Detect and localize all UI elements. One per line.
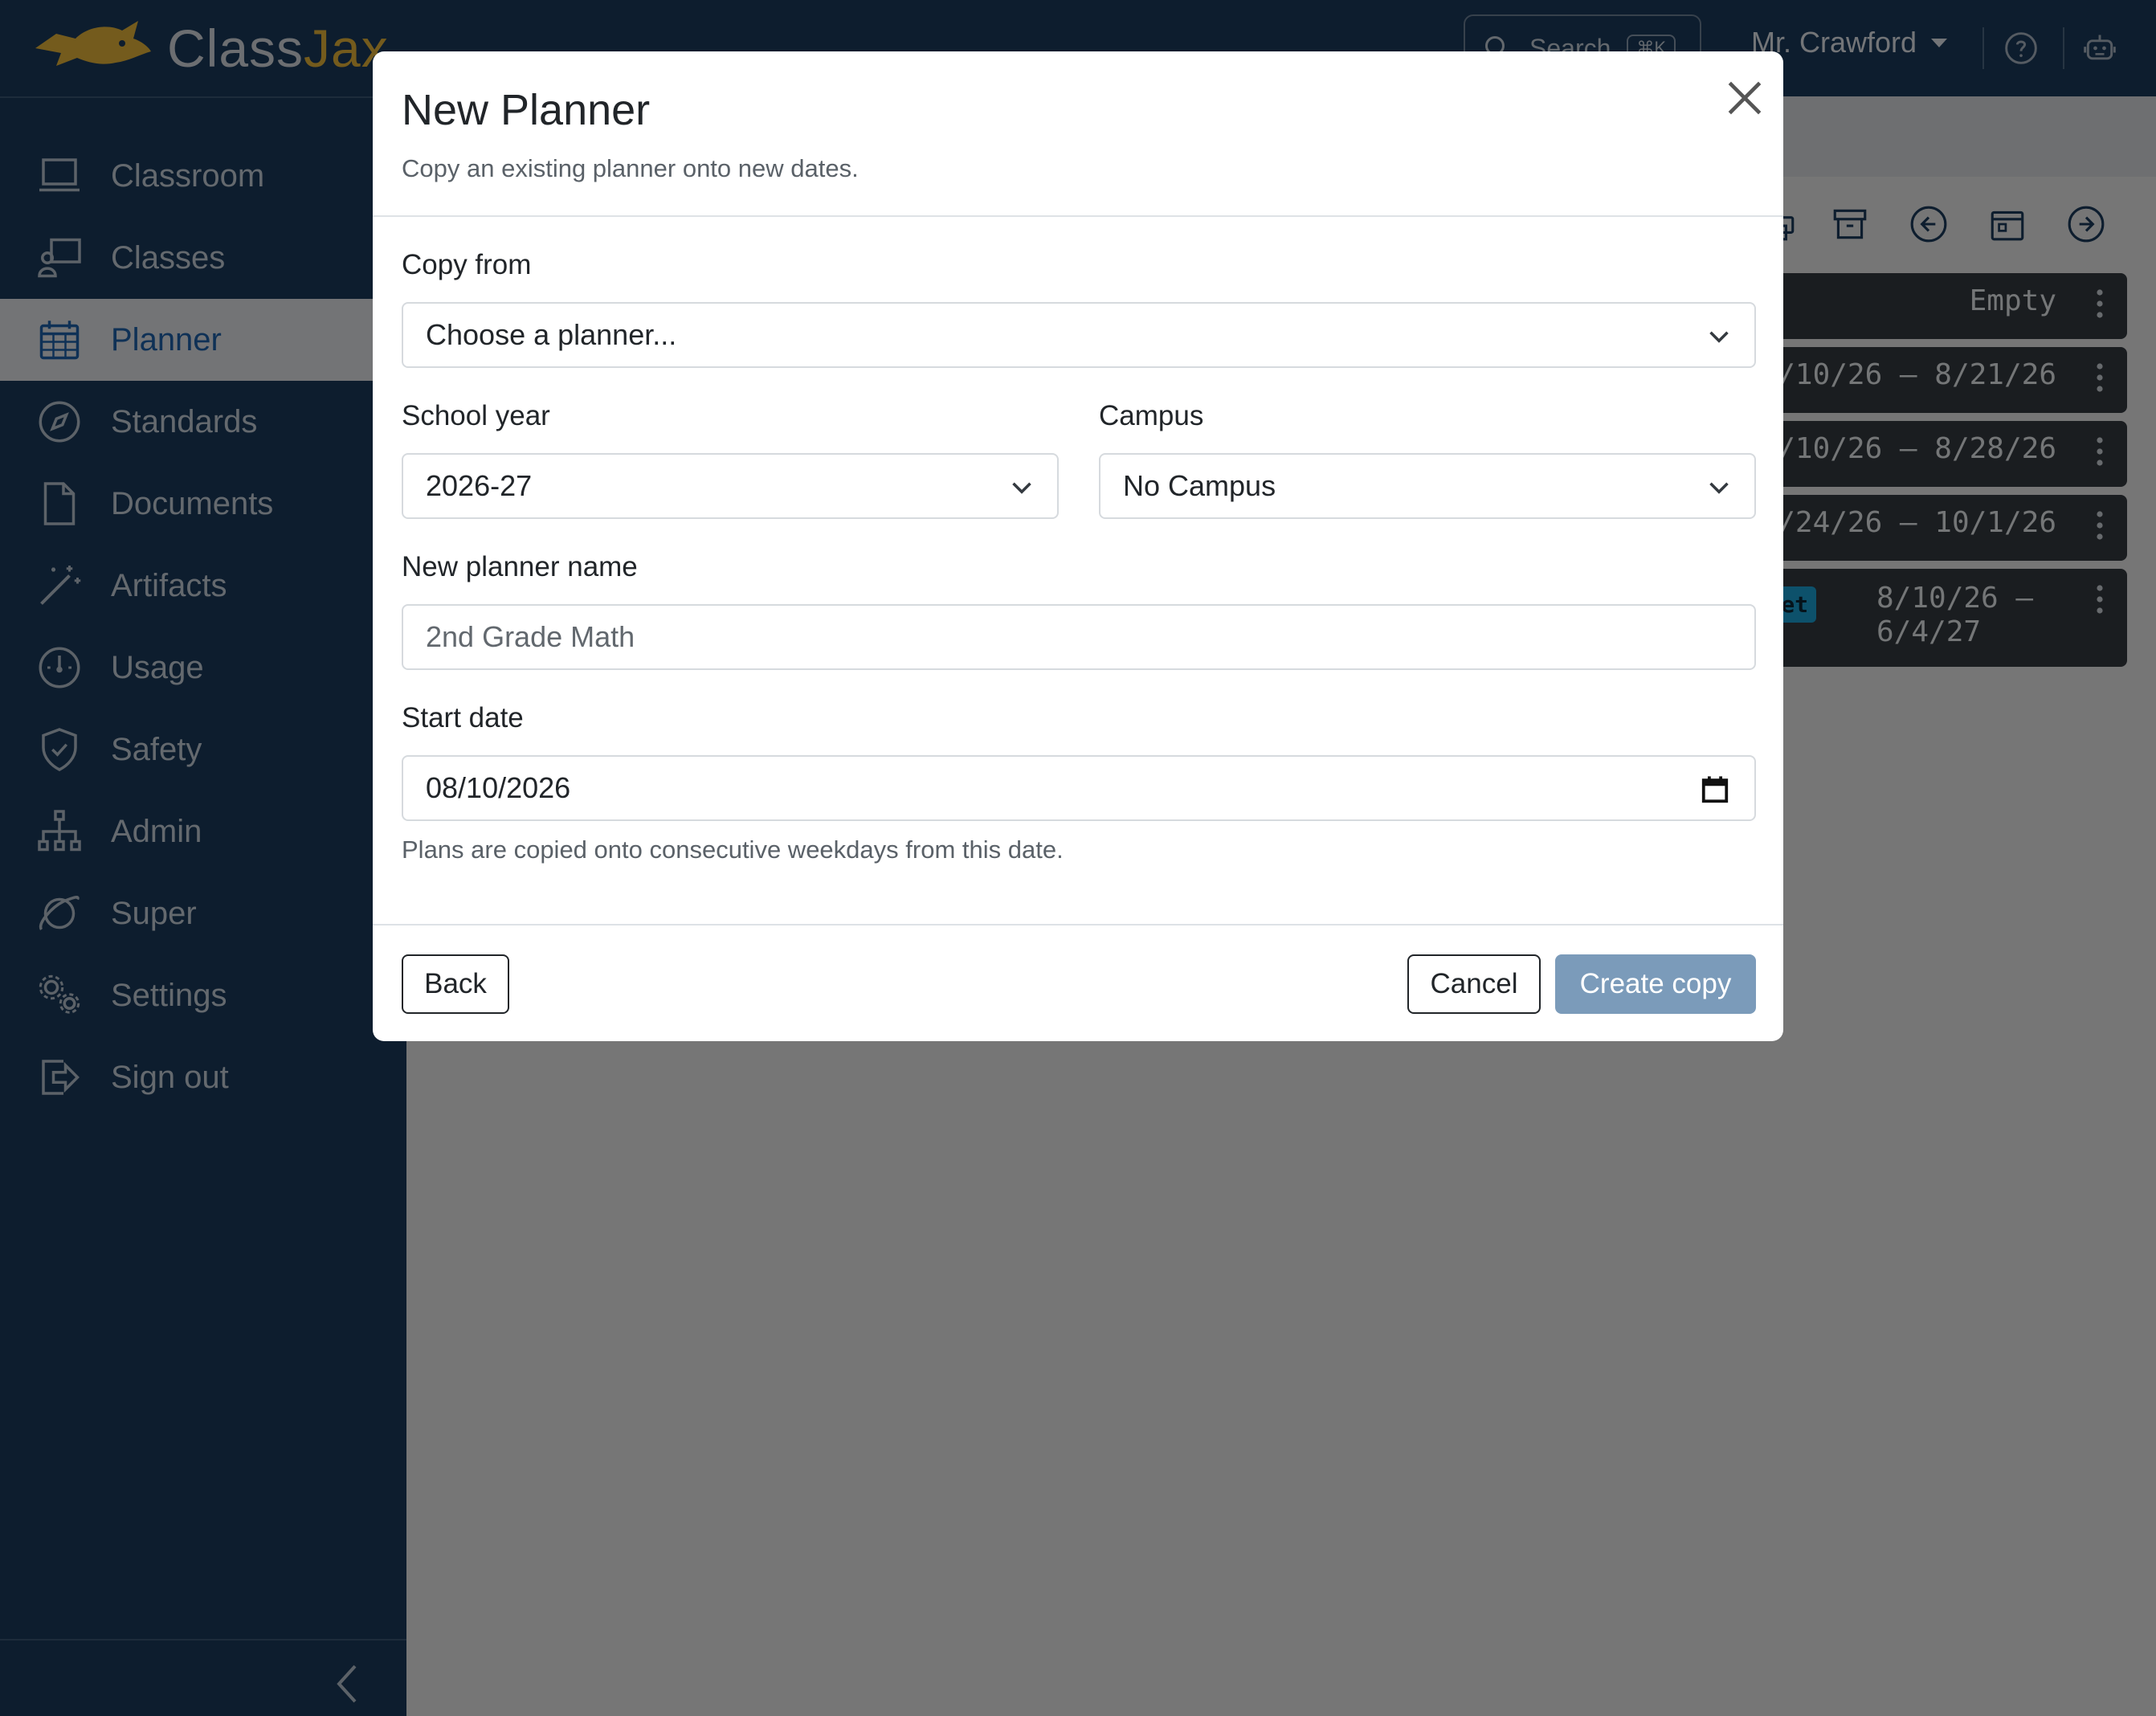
school-year-value: 2026-27 [426,469,533,502]
modal-header: New Planner Copy an existing planner ont… [373,51,1783,217]
new-planner-modal: New Planner Copy an existing planner ont… [373,51,1783,1041]
campus-label: Campus [1099,400,1204,431]
chevron-down-icon [1709,331,1729,343]
start-date-label: Start date [402,702,524,733]
planner-name-placeholder: 2nd Grade Math [426,620,635,653]
chevron-down-icon [1012,482,1031,494]
modal-footer-divider [373,924,1783,925]
back-button[interactable]: Back [402,954,509,1014]
planner-name-input[interactable]: 2nd Grade Math [402,604,1756,670]
copy-from-select[interactable]: Choose a planner... [402,302,1756,368]
cancel-button[interactable]: Cancel [1407,954,1541,1014]
calendar-picker-icon[interactable] [1700,774,1730,805]
copy-from-value: Choose a planner... [426,318,677,351]
school-year-select[interactable]: 2026-27 [402,453,1059,519]
school-year-label: School year [402,400,550,431]
modal-title: New Planner [402,86,651,134]
modal-subtitle: Copy an existing planner onto new dates. [402,154,859,182]
start-date-help-text: Plans are copied onto consecutive weekda… [402,836,1064,864]
campus-value: No Campus [1123,469,1276,502]
start-date-value: 08/10/2026 [426,771,571,804]
chevron-down-icon [1709,482,1729,494]
copy-from-label: Copy from [402,249,532,280]
create-copy-button[interactable]: Create copy [1555,954,1756,1014]
campus-select[interactable]: No Campus [1099,453,1756,519]
planner-name-label: New planner name [402,551,638,582]
start-date-input[interactable]: 08/10/2026 [402,755,1756,821]
close-icon[interactable] [1722,76,1767,121]
